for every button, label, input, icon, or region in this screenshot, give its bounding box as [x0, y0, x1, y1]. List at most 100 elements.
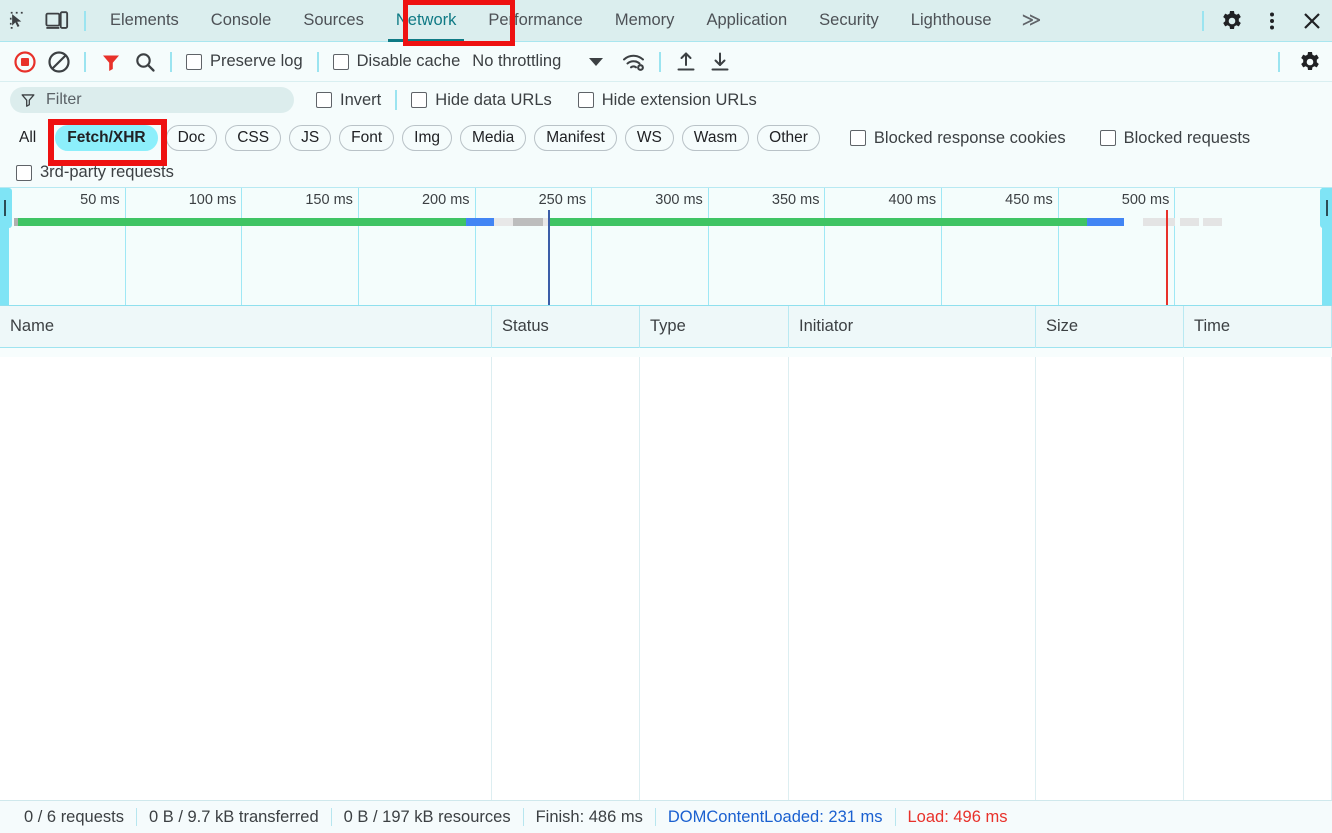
tab-lighthouse[interactable]: Lighthouse: [895, 0, 1008, 42]
blocked-response-cookies-checkbox[interactable]: Blocked response cookies: [844, 129, 1072, 148]
chip-css[interactable]: CSS: [225, 125, 282, 151]
column-header-time[interactable]: Time: [1184, 305, 1332, 348]
tab-console[interactable]: Console: [195, 0, 288, 42]
chip-manifest[interactable]: Manifest: [534, 125, 617, 151]
tab-label: Performance: [488, 11, 583, 29]
tab-application[interactable]: Application: [690, 0, 803, 42]
table-column-type: [640, 357, 789, 800]
load-marker: [1166, 210, 1169, 305]
overview-left-handle[interactable]: [0, 188, 12, 228]
wifi-settings-icon[interactable]: [617, 47, 651, 77]
hide-data-urls-label: Hide data URLs: [435, 90, 552, 109]
overview-timing-segment: [1142, 218, 1176, 226]
third-party-requests-row: 3rd-party requests: [0, 158, 1332, 188]
dom-content-loaded-marker: [547, 210, 550, 305]
network-status-bar: 0 / 6 requests 0 B / 9.7 kB transferred …: [0, 800, 1332, 833]
checkbox-box[interactable]: [16, 164, 32, 181]
overview-request-band: [9, 218, 1292, 226]
checkbox-box[interactable]: [577, 92, 594, 108]
table-column-name: [0, 357, 492, 800]
toolbar-right-actions: [1270, 47, 1332, 77]
chip-doc[interactable]: Doc: [165, 125, 218, 151]
filter-placeholder: Filter: [46, 91, 82, 108]
requests-table-body[interactable]: [0, 357, 1332, 800]
import-har-icon[interactable]: [669, 47, 703, 77]
gear-icon[interactable]: [1212, 0, 1252, 42]
chip-js[interactable]: JS: [289, 125, 332, 151]
tab-performance[interactable]: Performance: [472, 0, 598, 42]
search-icon[interactable]: [128, 47, 162, 77]
column-header-name[interactable]: Name: [0, 305, 492, 348]
throttling-select-value[interactable]: No throttling: [466, 52, 567, 71]
overview-timing-segment: [466, 218, 495, 226]
overview-timing-segment: [512, 218, 544, 226]
kebab-menu-icon[interactable]: [1252, 0, 1292, 42]
checkbox-box[interactable]: [849, 130, 866, 146]
tab-security[interactable]: Security: [803, 0, 895, 42]
overview-tick-label: 500 ms: [1121, 192, 1170, 208]
clear-icon[interactable]: [42, 47, 76, 77]
tab-label: Network: [395, 11, 457, 29]
chip-all[interactable]: All: [8, 125, 47, 151]
disable-cache-checkbox[interactable]: Disable cache: [327, 52, 467, 71]
tab-label: Lighthouse: [910, 11, 992, 29]
table-column-status: [492, 357, 640, 800]
chip-wasm[interactable]: Wasm: [681, 125, 750, 151]
tab-network[interactable]: Network: [380, 0, 473, 42]
overview-timing-segment: [1203, 218, 1222, 226]
tab-label: Console: [210, 11, 272, 29]
tab-elements[interactable]: Elements: [94, 0, 195, 42]
column-header-initiator[interactable]: Initiator: [789, 305, 1036, 348]
inspect-element-icon[interactable]: [0, 0, 38, 42]
resource-type-filter-row: All Fetch/XHR Doc CSS JS Font Img Media …: [0, 118, 1332, 166]
overview-gridlines: 50 ms 100 ms 150 ms 200 ms 250 ms 300 ms 350 m…: [9, 188, 1292, 305]
table-column-time: [1184, 357, 1332, 800]
tab-memory[interactable]: Memory: [599, 0, 691, 42]
requests-count: 0 / 6 requests: [24, 807, 124, 826]
network-overview-timeline[interactable]: 50 ms 100 ms 150 ms 200 ms 250 ms 300 ms 350 m…: [0, 188, 1332, 306]
toolbar-divider: [84, 10, 86, 31]
table-column-initiator: [789, 357, 1036, 800]
chip-media[interactable]: Media: [460, 125, 527, 151]
blocked-response-cookies-label: Blocked response cookies: [873, 128, 1066, 147]
overview-tick: 500 ms: [9, 188, 1176, 305]
hide-data-urls-checkbox[interactable]: Hide data URLs: [405, 91, 557, 110]
network-toolbar: Preserve log Disable cache No throttling: [0, 42, 1332, 82]
tab-sources[interactable]: Sources: [287, 0, 380, 42]
column-header-type[interactable]: Type: [640, 305, 789, 348]
chip-ws[interactable]: WS: [624, 125, 674, 151]
record-stop-icon[interactable]: [8, 47, 42, 77]
chevron-down-icon[interactable]: [589, 57, 604, 66]
checkbox-box[interactable]: [332, 53, 349, 70]
column-header-size[interactable]: Size: [1036, 305, 1184, 348]
checkbox-box[interactable]: [1099, 130, 1116, 146]
filter-icon[interactable]: [94, 47, 128, 77]
export-har-icon[interactable]: [703, 47, 737, 77]
overview-timing-segment: [559, 218, 1087, 226]
column-header-status[interactable]: Status: [492, 305, 640, 348]
tab-label: Elements: [110, 11, 179, 29]
invert-checkbox[interactable]: Invert: [310, 91, 387, 110]
overview-right-handle[interactable]: [1320, 188, 1332, 228]
chip-other[interactable]: Other: [757, 125, 820, 151]
resources-size: 0 B / 197 kB resources: [343, 807, 511, 826]
filter-icon: [21, 94, 35, 107]
gear-icon[interactable]: [1288, 47, 1332, 77]
more-tabs-icon[interactable]: ≫: [1008, 0, 1056, 42]
third-party-requests-checkbox[interactable]: 3rd-party requests: [10, 163, 180, 182]
blocked-requests-checkbox[interactable]: Blocked requests: [1094, 129, 1257, 148]
toolbar-divider: [316, 51, 319, 72]
checkbox-box[interactable]: [186, 53, 202, 70]
toolbar-divider: [1278, 51, 1280, 72]
search-input[interactable]: Filter: [10, 87, 294, 113]
chip-img[interactable]: Img: [402, 125, 453, 151]
checkbox-box[interactable]: [316, 92, 332, 108]
device-toolbar-icon[interactable]: [38, 0, 76, 42]
hide-extension-urls-checkbox[interactable]: Hide extension URLs: [572, 91, 763, 110]
toolbar-divider: [170, 51, 172, 72]
checkbox-box[interactable]: [411, 92, 428, 108]
preserve-log-checkbox[interactable]: Preserve log: [180, 52, 309, 71]
close-icon[interactable]: [1292, 0, 1332, 42]
chip-fetch-xhr[interactable]: Fetch/XHR: [55, 125, 158, 151]
chip-font[interactable]: Font: [339, 125, 395, 151]
